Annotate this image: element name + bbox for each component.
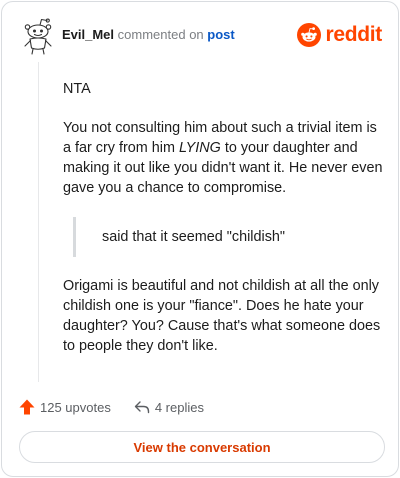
comment-actions: 125 upvotes 4 replies [18,396,204,418]
comment-card: Evil_Mel commented on post reddit NTA Yo… [1,1,399,477]
comment-header: Evil_Mel commented on post reddit [2,2,398,64]
upvote-count: 125 upvotes [40,399,111,415]
comment-paragraph: Origami is beautiful and not childish at… [63,278,381,354]
thread-line [38,62,39,382]
username-link[interactable]: Evil_Mel [62,27,114,42]
post-link[interactable]: post [207,27,234,42]
reply-arrow-icon [133,398,151,416]
reply-count: 4 replies [154,399,204,415]
comment-paragraph: NTA [63,81,91,97]
comment-paragraph: You not consulting him about such a triv… [63,118,383,198]
comment-body: NTA You not consulting him about such a … [63,79,383,356]
emphasis-text: LYING [178,140,221,156]
reddit-wordmark: reddit [325,23,382,46]
replies-button[interactable]: 4 replies [133,398,204,416]
quote-text: said that it seemed "childish" [102,229,285,245]
blockquote: said that it seemed "childish" [73,217,383,257]
snoo-avatar-icon[interactable] [22,16,54,56]
view-conversation-button[interactable]: View the conversation [19,431,385,463]
commented-on-text: commented on [117,27,204,42]
upvote-arrow-icon [18,398,36,416]
reddit-logo-icon [297,23,322,47]
comment-meta: Evil_Mel commented on post [62,27,235,43]
upvote-button[interactable]: 125 upvotes [18,398,111,416]
reddit-brand[interactable]: reddit [297,22,382,48]
